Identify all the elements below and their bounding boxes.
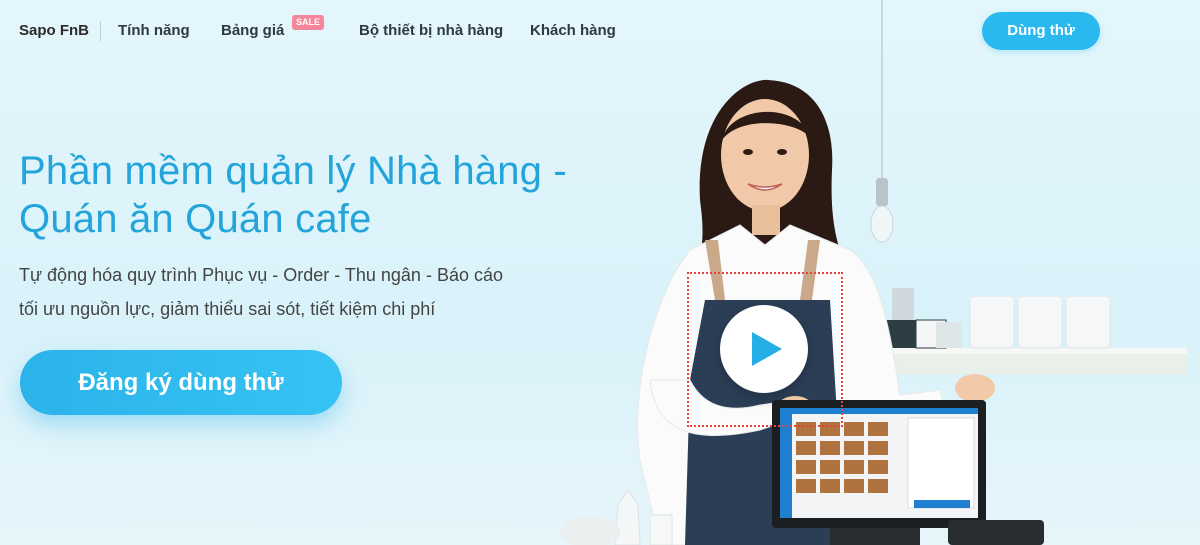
hero-title: Phần mềm quản lý Nhà hàng - Quán ăn Quán… [19, 147, 579, 243]
woman-hand [955, 374, 995, 402]
light-bulb-icon [870, 205, 894, 243]
nav-link-restaurant-equipment[interactable]: Bộ thiết bị nhà hàng [359, 22, 503, 39]
shelf-cup [936, 322, 962, 348]
brand-logo[interactable]: Sapo FnB [19, 22, 89, 39]
vase [614, 489, 641, 545]
hero-title-line-2: Quán ăn Quán cafe [19, 197, 372, 241]
receipt-printer [948, 520, 1044, 545]
register-trial-button[interactable]: Đăng ký dùng thử [20, 350, 342, 415]
hero-subtitle-line-2: tối ưu nguồn lực, giảm thiểu sai sót, ti… [19, 299, 436, 319]
shelf-cup [892, 288, 914, 320]
nav-link-pricing[interactable]: Bảng giá [221, 22, 284, 39]
pos-stand [830, 528, 920, 545]
bowl [560, 516, 620, 545]
hero-subtitle: Tự động hóa quy trình Phục vụ - Order - … [19, 258, 579, 326]
play-video-button[interactable] [720, 305, 808, 393]
shelf-jar [1065, 295, 1111, 349]
nav-link-features[interactable]: Tính năng [118, 22, 190, 39]
lamp-socket [876, 178, 888, 206]
nav-divider [100, 21, 101, 41]
shelf-jar [1017, 295, 1063, 349]
cup [649, 514, 673, 545]
sale-badge: SALE [292, 15, 324, 30]
hero-title-line-1: Phần mềm quản lý Nhà hàng - [19, 149, 567, 193]
play-icon [752, 332, 782, 366]
hero-illustration [560, 0, 1187, 545]
shelf-jar [969, 295, 1015, 349]
hero-subtitle-line-1: Tự động hóa quy trình Phục vụ - Order - … [19, 265, 503, 285]
pos-order-panel [907, 417, 975, 509]
